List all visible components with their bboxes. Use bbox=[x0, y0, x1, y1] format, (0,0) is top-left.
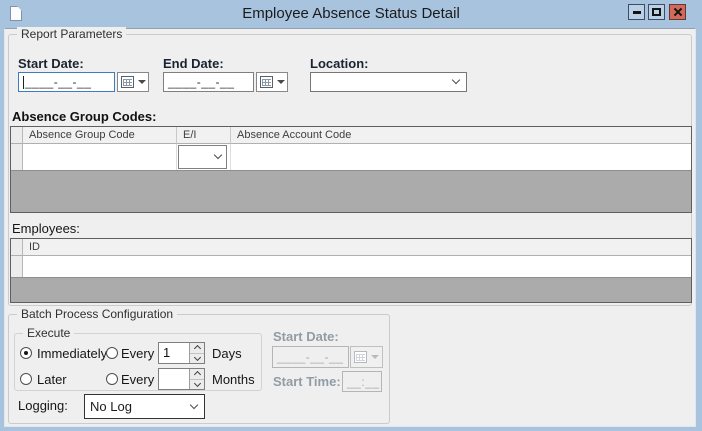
row-selector-header bbox=[11, 239, 23, 256]
stepper-down-button[interactable] bbox=[190, 380, 204, 390]
location-select[interactable] bbox=[310, 72, 467, 92]
chevron-down-icon bbox=[214, 151, 222, 159]
logging-value: No Log bbox=[90, 399, 132, 414]
radio-immediately-label[interactable]: Immediately bbox=[37, 346, 107, 361]
employees-grid: ID bbox=[10, 238, 692, 303]
chevron-up-icon bbox=[193, 371, 200, 378]
absence-group-codes-label: Absence Group Codes: bbox=[12, 109, 156, 124]
chevron-down-icon bbox=[452, 76, 460, 84]
minimize-button[interactable] bbox=[628, 4, 645, 20]
stepper-buttons bbox=[189, 369, 204, 389]
batch-start-time-mask: __:__ bbox=[347, 375, 380, 389]
days-unit-label: Days bbox=[212, 346, 242, 361]
batch-start-date-input: ____-__-__ bbox=[272, 346, 349, 368]
months-unit-label: Months bbox=[212, 372, 255, 387]
chevron-down-icon bbox=[190, 400, 198, 408]
end-date-mask: ____-__-__ bbox=[168, 75, 234, 89]
radio-every-months-label[interactable]: Every bbox=[121, 372, 154, 387]
column-header-e-i[interactable]: E/I bbox=[177, 127, 231, 144]
maximize-icon bbox=[652, 8, 661, 16]
maximize-button[interactable] bbox=[648, 4, 665, 20]
table-row bbox=[11, 144, 691, 170]
end-date-calendar-button[interactable] bbox=[256, 72, 288, 92]
batch-start-time-input: __:__ bbox=[342, 371, 382, 392]
minimize-icon bbox=[633, 11, 641, 14]
execute-label: Execute bbox=[23, 326, 74, 340]
radio-every-days[interactable] bbox=[106, 347, 118, 359]
location-label: Location: bbox=[310, 56, 369, 71]
batch-start-date-mask: ____-__-__ bbox=[277, 350, 343, 364]
text-caret bbox=[23, 76, 24, 89]
window-title: Employee Absence Status Detail bbox=[0, 0, 702, 28]
end-date-label: End Date: bbox=[163, 56, 224, 71]
table-row bbox=[11, 256, 691, 277]
end-date-input[interactable]: ____-__-__ bbox=[163, 72, 254, 92]
radio-immediately[interactable] bbox=[20, 347, 32, 359]
e-i-select[interactable] bbox=[178, 145, 227, 169]
logging-select[interactable]: No Log bbox=[84, 394, 205, 419]
e-i-cell bbox=[177, 144, 231, 170]
dropdown-arrow-icon bbox=[277, 80, 285, 84]
batch-start-date-calendar-button bbox=[350, 346, 383, 368]
column-header-absence-account-code[interactable]: Absence Account Code bbox=[231, 127, 691, 144]
days-stepper-value: 1 bbox=[159, 343, 189, 363]
radio-later-label[interactable]: Later bbox=[37, 372, 67, 387]
id-cell[interactable] bbox=[23, 256, 691, 277]
months-stepper-value bbox=[159, 369, 189, 389]
start-date-label: Start Date: bbox=[18, 56, 84, 71]
chevron-up-icon bbox=[193, 345, 200, 352]
grid-header-row: ID bbox=[11, 239, 691, 256]
batch-start-time-label: Start Time: bbox=[273, 374, 341, 389]
logging-label: Logging: bbox=[18, 398, 68, 413]
dialog-window: Employee Absence Status Detail Report Pa… bbox=[0, 0, 702, 431]
grid-empty-area bbox=[11, 170, 691, 212]
dropdown-arrow-icon bbox=[138, 80, 146, 84]
calendar-icon bbox=[121, 76, 134, 88]
batch-process-configuration-label: Batch Process Configuration bbox=[17, 307, 177, 321]
close-icon bbox=[673, 7, 683, 17]
batch-start-date-label: Start Date: bbox=[273, 329, 339, 344]
chevron-down-icon bbox=[193, 354, 200, 361]
stepper-up-button[interactable] bbox=[190, 343, 204, 354]
grid-header-row: Absence Group Code E/I Absence Account C… bbox=[11, 127, 691, 144]
dropdown-arrow-icon bbox=[371, 355, 379, 359]
row-selector-cell[interactable] bbox=[11, 256, 23, 277]
grid-empty-area bbox=[11, 277, 691, 302]
stepper-up-button[interactable] bbox=[190, 369, 204, 380]
absence-account-code-cell[interactable] bbox=[231, 144, 691, 170]
title-bar: Employee Absence Status Detail bbox=[0, 0, 702, 28]
stepper-down-button[interactable] bbox=[190, 354, 204, 364]
column-header-id[interactable]: ID bbox=[23, 239, 691, 256]
radio-every-months[interactable] bbox=[106, 373, 118, 385]
absence-group-code-cell[interactable] bbox=[23, 144, 177, 170]
calendar-icon bbox=[354, 351, 367, 363]
months-stepper[interactable] bbox=[158, 368, 205, 390]
row-selector-cell[interactable] bbox=[11, 144, 23, 170]
start-date-mask: ____-__-__ bbox=[25, 75, 91, 89]
row-selector-header bbox=[11, 127, 23, 144]
radio-later[interactable] bbox=[20, 373, 32, 385]
close-button[interactable] bbox=[669, 4, 686, 20]
stepper-buttons bbox=[189, 343, 204, 363]
calendar-icon bbox=[260, 76, 273, 88]
radio-every-days-label[interactable]: Every bbox=[121, 346, 154, 361]
start-date-calendar-button[interactable] bbox=[117, 72, 149, 92]
employees-label: Employees: bbox=[12, 221, 80, 236]
days-stepper[interactable]: 1 bbox=[158, 342, 205, 364]
absence-group-codes-grid: Absence Group Code E/I Absence Account C… bbox=[10, 126, 692, 213]
column-header-absence-group-code[interactable]: Absence Group Code bbox=[23, 127, 177, 144]
report-parameters-label: Report Parameters bbox=[17, 27, 126, 41]
chevron-down-icon bbox=[193, 380, 200, 387]
start-date-input[interactable]: ____-__-__ bbox=[18, 72, 115, 92]
